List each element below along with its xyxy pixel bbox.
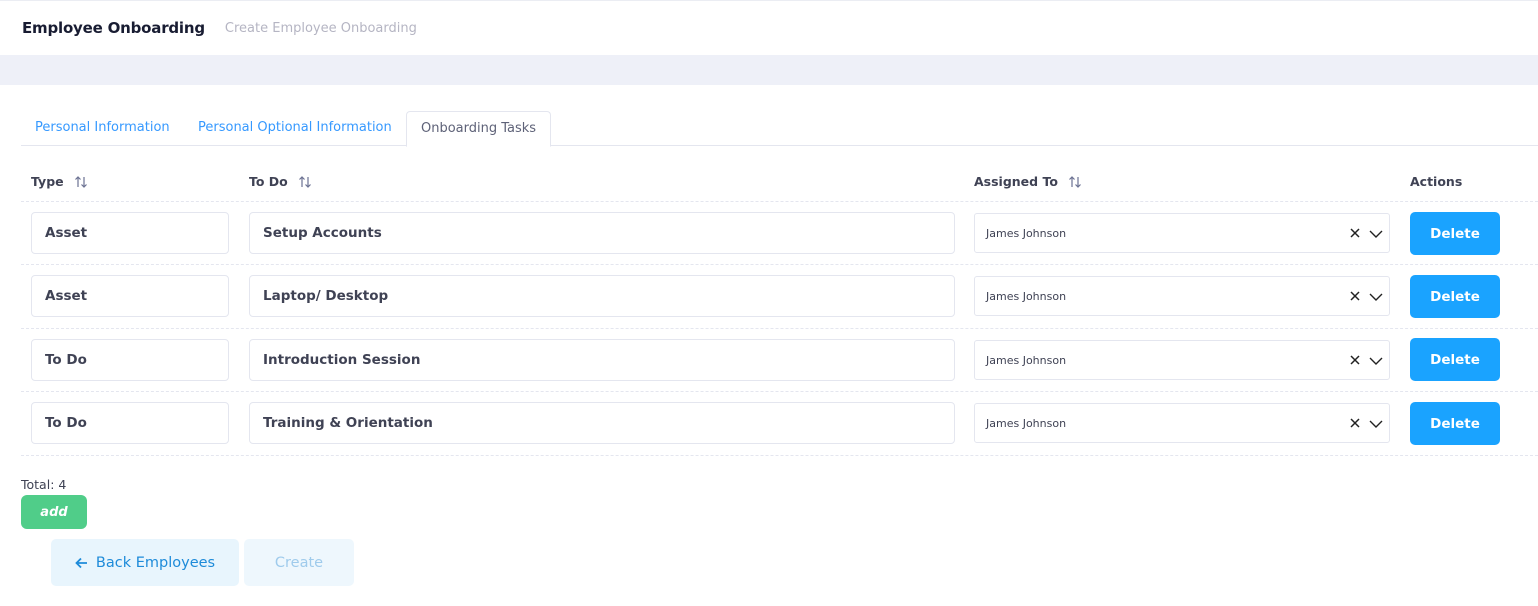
back-employees-button[interactable]: Back Employees [51, 539, 239, 586]
todo-field[interactable]: Introduction Session [249, 339, 955, 381]
delete-button[interactable]: Delete [1410, 402, 1500, 445]
close-icon[interactable] [1349, 416, 1361, 430]
assigned-select[interactable]: James Johnson [974, 340, 1390, 380]
column-header-label: Actions [1410, 174, 1463, 189]
tab-bar: Personal Information Personal Optional I… [21, 111, 1538, 147]
row-divider [21, 391, 1538, 392]
close-icon[interactable] [1349, 226, 1361, 240]
tab-onboarding-tasks[interactable]: Onboarding Tasks [406, 111, 552, 147]
todo-field[interactable]: Setup Accounts [249, 212, 955, 254]
assigned-select[interactable]: James Johnson [974, 403, 1390, 443]
column-header-type[interactable]: Type [31, 174, 88, 189]
row-divider [21, 455, 1538, 456]
assigned-select[interactable]: James Johnson [974, 213, 1390, 253]
total-count: Total: 4 [21, 477, 67, 492]
row-divider [21, 328, 1538, 329]
close-icon[interactable] [1349, 353, 1361, 367]
assigned-value: James Johnson [986, 289, 1067, 303]
todo-field[interactable]: Laptop/ Desktop [249, 275, 955, 317]
close-icon[interactable] [1349, 289, 1361, 303]
type-field[interactable]: Asset [31, 275, 229, 317]
type-value: Asset [45, 225, 88, 241]
column-header-label: Type [31, 174, 64, 189]
todo-value: Training & Orientation [263, 415, 433, 431]
delete-button[interactable]: Delete [1410, 275, 1500, 318]
row-divider [21, 264, 1538, 265]
sort-arrows-icon[interactable] [298, 175, 312, 189]
page-subtitle: Create Employee Onboarding [224, 20, 417, 36]
type-value: To Do [45, 352, 87, 368]
sort-arrows-icon[interactable] [74, 175, 88, 189]
create-button[interactable]: Create [244, 539, 354, 586]
type-field[interactable]: To Do [31, 402, 229, 444]
todo-field[interactable]: Training & Orientation [249, 402, 955, 444]
column-header-label: To Do [249, 174, 288, 189]
assigned-select[interactable]: James Johnson [974, 276, 1390, 316]
back-employees-label: Back Employees [95, 554, 216, 571]
chevron-down-icon[interactable] [1369, 417, 1383, 431]
type-field[interactable]: To Do [31, 339, 229, 381]
row-divider [21, 201, 1538, 202]
arrow-left-icon [75, 557, 88, 569]
type-value: Asset [45, 288, 88, 304]
assigned-value: James Johnson [986, 226, 1067, 240]
column-header-assigned[interactable]: Assigned To [974, 174, 1082, 189]
delete-button[interactable]: Delete [1410, 212, 1500, 255]
column-header-label: Assigned To [974, 174, 1058, 189]
todo-value: Introduction Session [263, 352, 421, 368]
page-header: Employee Onboarding Create Employee Onbo… [0, 0, 1538, 55]
todo-value: Setup Accounts [263, 225, 382, 241]
todo-value: Laptop/ Desktop [263, 288, 389, 304]
assigned-value: James Johnson [986, 416, 1067, 430]
column-header-actions: Actions [1410, 174, 1462, 189]
sort-arrows-icon[interactable] [1068, 175, 1082, 189]
assigned-value: James Johnson [986, 353, 1067, 367]
delete-button[interactable]: Delete [1410, 338, 1500, 381]
type-value: To Do [45, 415, 87, 431]
column-header-todo[interactable]: To Do [249, 174, 312, 189]
chevron-down-icon[interactable] [1369, 354, 1383, 368]
tab-personal-optional-information[interactable]: Personal Optional Information [184, 111, 406, 146]
type-field[interactable]: Asset [31, 212, 229, 254]
chevron-down-icon[interactable] [1369, 227, 1383, 241]
page-title: Employee Onboarding [22, 19, 205, 37]
add-button[interactable]: add [21, 495, 87, 529]
tab-personal-information[interactable]: Personal Information [21, 111, 184, 146]
chevron-down-icon[interactable] [1369, 290, 1383, 304]
header-band [0, 55, 1538, 85]
